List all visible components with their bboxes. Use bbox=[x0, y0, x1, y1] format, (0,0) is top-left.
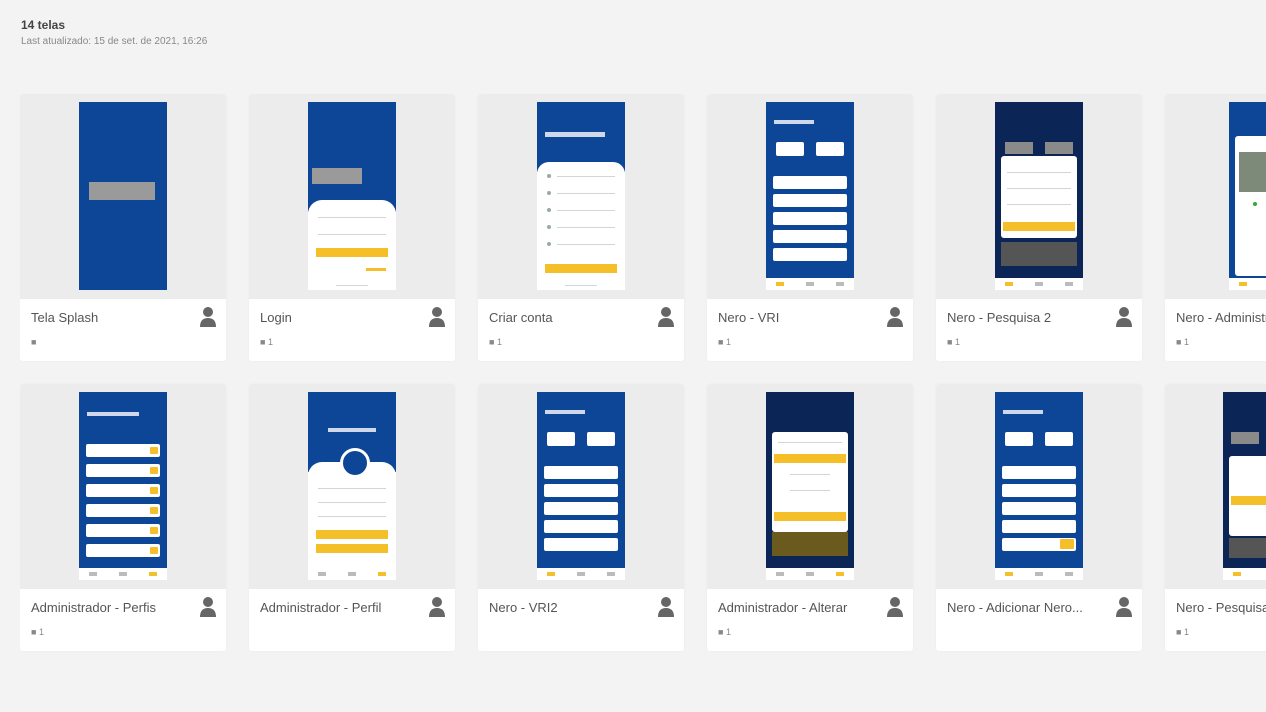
comment-icon: ■ bbox=[1176, 627, 1182, 637]
comment-count-value: 1 bbox=[725, 337, 731, 347]
screen-name[interactable]: Nero - Pesquisa 2 bbox=[947, 310, 1107, 325]
screens-grid: Tela Splash ■ Login ■ 1 Criar conta ■ 1 … bbox=[20, 94, 1266, 654]
comment-count-value: 1 bbox=[725, 627, 731, 637]
user-icon[interactable] bbox=[429, 306, 445, 328]
phone-preview bbox=[1223, 392, 1266, 580]
screen-thumbnail[interactable] bbox=[936, 94, 1142, 299]
screen-thumbnail[interactable] bbox=[707, 384, 913, 589]
screen-thumbnail[interactable] bbox=[249, 94, 455, 299]
phone-preview bbox=[995, 392, 1083, 580]
user-icon[interactable] bbox=[887, 596, 903, 618]
screen-card[interactable]: Nero - Adicionar Nero... bbox=[936, 384, 1142, 651]
comment-icon: ■ bbox=[489, 337, 495, 347]
screen-thumbnail[interactable] bbox=[1165, 94, 1266, 299]
screen-thumbnail[interactable] bbox=[20, 384, 226, 589]
phone-preview bbox=[79, 392, 167, 580]
screen-card[interactable]: Nero - Administrador ■ 1 bbox=[1165, 94, 1266, 361]
screen-name[interactable]: Administrador - Alterar bbox=[718, 600, 878, 615]
user-icon[interactable] bbox=[200, 596, 216, 618]
comment-count: ■ 1 bbox=[1176, 627, 1189, 637]
screen-card[interactable]: Nero - VRI ■ 1 bbox=[707, 94, 913, 361]
screen-thumbnail[interactable] bbox=[20, 94, 226, 299]
phone-preview bbox=[537, 102, 625, 290]
user-icon[interactable] bbox=[429, 596, 445, 618]
screen-name[interactable]: Nero - VRI bbox=[718, 310, 878, 325]
screen-thumbnail[interactable] bbox=[249, 384, 455, 589]
screen-thumbnail[interactable] bbox=[478, 94, 684, 299]
comment-count: ■ 1 bbox=[31, 627, 44, 637]
comment-count-value: 1 bbox=[954, 337, 960, 347]
comment-icon: ■ bbox=[718, 337, 724, 347]
phone-preview bbox=[308, 102, 396, 290]
comment-count: ■ 1 bbox=[260, 337, 273, 347]
comment-icon: ■ bbox=[31, 627, 37, 637]
screen-thumbnail[interactable] bbox=[1165, 384, 1266, 589]
comment-icon: ■ bbox=[718, 627, 724, 637]
comment-count: ■ 1 bbox=[1176, 337, 1189, 347]
screen-card[interactable]: Nero - Pesquisa ■ 1 bbox=[1165, 384, 1266, 651]
screen-card[interactable]: Administrador - Perfil bbox=[249, 384, 455, 651]
phone-preview bbox=[1229, 102, 1266, 290]
screen-thumbnail[interactable] bbox=[707, 94, 913, 299]
last-updated: Last atualizado: 15 de set. de 2021, 16:… bbox=[21, 36, 208, 47]
user-icon[interactable] bbox=[1116, 306, 1132, 328]
user-icon[interactable] bbox=[200, 306, 216, 328]
comment-count: ■ 1 bbox=[718, 337, 731, 347]
comment-icon: ■ bbox=[31, 337, 37, 347]
screen-name[interactable]: Nero - Pesquisa bbox=[1176, 600, 1266, 615]
screen-card[interactable]: Login ■ 1 bbox=[249, 94, 455, 361]
page-header: 14 telas Last atualizado: 15 de set. de … bbox=[21, 18, 207, 47]
screen-name[interactable]: Login bbox=[260, 310, 420, 325]
phone-preview bbox=[995, 102, 1083, 290]
phone-preview bbox=[79, 102, 167, 290]
comment-icon: ■ bbox=[947, 337, 953, 347]
page-title: 14 telas bbox=[21, 18, 66, 32]
comment-icon: ■ bbox=[1176, 337, 1182, 347]
user-icon[interactable] bbox=[1116, 596, 1132, 618]
user-icon[interactable] bbox=[658, 306, 674, 328]
comment-count: ■ 1 bbox=[947, 337, 960, 347]
comment-count: ■ 1 bbox=[718, 627, 731, 637]
phone-preview bbox=[308, 392, 396, 580]
comment-count-value: 1 bbox=[496, 337, 502, 347]
comment-icon: ■ bbox=[260, 337, 266, 347]
comment-count-value: 1 bbox=[38, 627, 44, 637]
screen-name[interactable]: Nero - Administrador bbox=[1176, 310, 1266, 325]
comment-count-value: 1 bbox=[267, 337, 273, 347]
comment-count-value: 1 bbox=[1183, 627, 1189, 637]
screen-card[interactable]: Administrador - Alterar ■ 1 bbox=[707, 384, 913, 651]
screen-card[interactable]: Administrador - Perfis ■ 1 bbox=[20, 384, 226, 651]
screen-card[interactable]: Nero - VRI2 bbox=[478, 384, 684, 651]
screen-name[interactable]: Nero - Adicionar Nero... bbox=[947, 600, 1107, 615]
phone-preview bbox=[766, 102, 854, 290]
comment-count: ■ 1 bbox=[489, 337, 502, 347]
screen-name[interactable]: Administrador - Perfil bbox=[260, 600, 420, 615]
phone-preview bbox=[766, 392, 854, 580]
user-icon[interactable] bbox=[887, 306, 903, 328]
comment-count-value: 1 bbox=[1183, 337, 1189, 347]
screen-name[interactable]: Nero - VRI2 bbox=[489, 600, 649, 615]
screen-card[interactable]: Nero - Pesquisa 2 ■ 1 bbox=[936, 94, 1142, 361]
screen-name[interactable]: Administrador - Perfis bbox=[31, 600, 191, 615]
user-icon[interactable] bbox=[658, 596, 674, 618]
phone-preview bbox=[537, 392, 625, 580]
comment-count: ■ bbox=[31, 337, 36, 347]
screen-name[interactable]: Criar conta bbox=[489, 310, 649, 325]
screen-thumbnail[interactable] bbox=[478, 384, 684, 589]
screen-card[interactable]: Criar conta ■ 1 bbox=[478, 94, 684, 361]
screen-name[interactable]: Tela Splash bbox=[31, 310, 191, 325]
screen-card[interactable]: Tela Splash ■ bbox=[20, 94, 226, 361]
screen-thumbnail[interactable] bbox=[936, 384, 1142, 589]
